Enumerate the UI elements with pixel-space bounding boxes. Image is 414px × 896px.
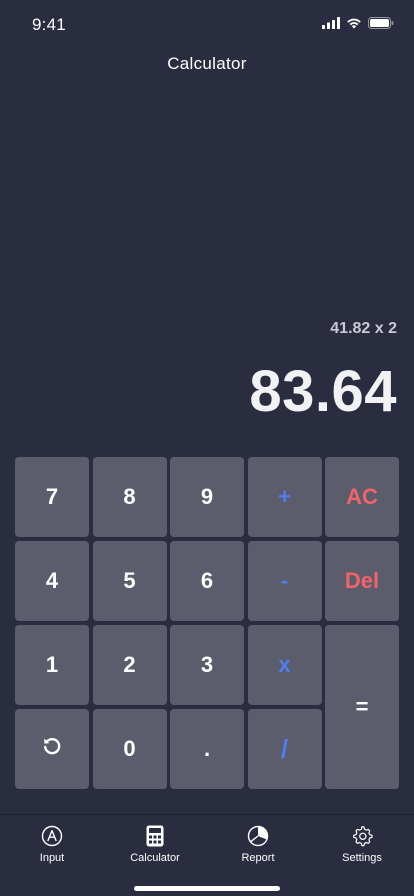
key-all-clear[interactable]: AC (325, 457, 399, 537)
keypad: 7 8 9 + AC 4 5 6 - Del 1 2 3 x = 0 . / (15, 457, 399, 791)
key-6[interactable]: 6 (170, 541, 244, 621)
key-5[interactable]: 5 (92, 541, 167, 621)
status-time: 9:41 (32, 15, 66, 34)
status-bar: 9:41 (0, 0, 414, 48)
key-9[interactable]: 9 (170, 457, 244, 537)
result-display: 83.64 (249, 359, 397, 424)
nav-item-settings[interactable]: Settings (322, 825, 402, 871)
key-1[interactable]: 1 (15, 625, 89, 705)
home-indicator (134, 886, 280, 891)
nav-label-report: Report (241, 852, 275, 864)
key-divide[interactable]: / (247, 709, 322, 789)
key-7[interactable]: 7 (15, 457, 89, 537)
key-4[interactable]: 4 (15, 541, 89, 621)
key-undo[interactable] (15, 709, 89, 789)
key-delete[interactable]: Del (325, 541, 399, 621)
key-8[interactable]: 8 (92, 457, 167, 537)
key-3[interactable]: 3 (170, 625, 244, 705)
nav-item-report[interactable]: Report (218, 825, 298, 871)
pie-chart-icon (247, 825, 269, 847)
nav-item-calculator[interactable]: Calculator (115, 825, 195, 871)
signal-icon (322, 17, 340, 29)
status-icons (322, 17, 394, 29)
key-plus[interactable]: + (247, 457, 322, 537)
nav-label-settings: Settings (342, 852, 382, 864)
expression-display: 41.82 x 2 (330, 320, 397, 337)
key-equals[interactable]: = (325, 625, 399, 789)
key-0[interactable]: 0 (92, 709, 167, 789)
input-icon (41, 825, 63, 847)
key-2[interactable]: 2 (92, 625, 167, 705)
bottom-nav: Input Calculator Report Settings (0, 814, 414, 896)
key-decimal[interactable]: . (170, 709, 244, 789)
gear-icon (351, 825, 373, 847)
undo-icon (41, 735, 63, 763)
nav-label-calculator: Calculator (130, 852, 180, 864)
key-minus[interactable]: - (247, 541, 322, 621)
calculator-icon (144, 825, 166, 847)
page-title: Calculator (167, 54, 247, 73)
battery-icon (368, 17, 394, 29)
calculator-screen: 9:41 Calculator 41.82 x 2 83.64 7 8 9 + … (0, 0, 414, 896)
nav-item-input[interactable]: Input (12, 825, 92, 871)
wifi-icon (346, 17, 362, 29)
nav-label-input: Input (39, 852, 65, 864)
key-multiply[interactable]: x (247, 625, 322, 705)
